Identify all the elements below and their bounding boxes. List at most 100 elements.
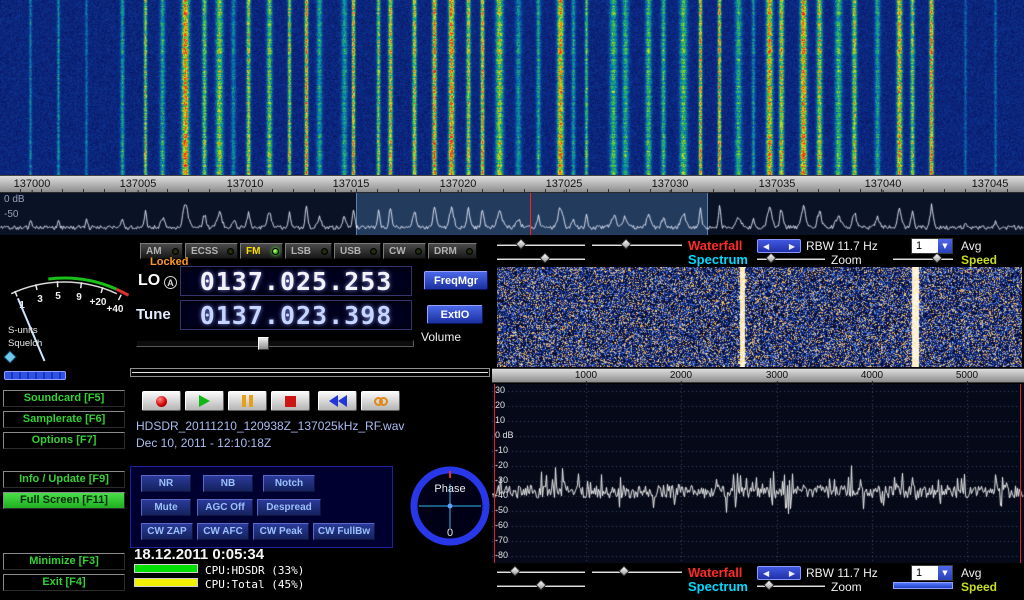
phase-label: Phase <box>405 483 495 495</box>
waterfall-contrast-slider-top[interactable] <box>592 240 682 250</box>
despread-button[interactable]: Despread <box>257 499 321 516</box>
squelch-slider[interactable] <box>4 371 66 380</box>
avg-label-bottom: Avg <box>961 566 981 580</box>
left-arrow-icon[interactable]: ◀ <box>763 242 769 251</box>
soundcard-button[interactable]: Soundcard[F5] <box>3 390 125 407</box>
button-label: CW AFC <box>203 526 243 537</box>
db-scale-label: -80 <box>495 551 508 560</box>
extio-button[interactable]: ExtIO <box>427 305 483 324</box>
cw-fullbw-button[interactable]: CW FullBw <box>313 523 375 540</box>
slider-handle[interactable] <box>539 252 550 263</box>
mode-label: FM <box>246 246 260 257</box>
slider-handle[interactable] <box>620 238 631 249</box>
speed-slider-top[interactable] <box>893 254 953 264</box>
pause-icon <box>242 395 246 407</box>
rewind-button[interactable] <box>318 391 357 411</box>
slider-handle[interactable] <box>535 579 546 590</box>
right-arrow-icon[interactable]: ▶ <box>789 569 795 578</box>
play-button[interactable] <box>185 391 224 411</box>
agc-off-button[interactable]: AGC Off <box>197 499 253 516</box>
waterfall-brightness-slider-top[interactable] <box>497 240 585 250</box>
scroll-spinner-bottom[interactable]: ◀▶ <box>757 566 801 580</box>
mode-button-lsb[interactable]: LSB <box>285 243 332 259</box>
zoom-slider-top[interactable] <box>757 254 825 264</box>
rewind-icon <box>338 395 347 407</box>
spectrum-tab-bottom[interactable]: Spectrum <box>688 579 748 594</box>
fullscreen-button[interactable]: Full Screen[F11] <box>3 492 125 509</box>
mute-button[interactable]: Mute <box>141 499 191 516</box>
notch-button[interactable]: Notch <box>263 475 315 492</box>
button-key: [F4] <box>66 576 86 588</box>
record-button[interactable] <box>142 391 181 411</box>
exit-button[interactable]: Exit[F4] <box>3 574 125 591</box>
zoom-waterfall-display[interactable] <box>497 267 1022 367</box>
spectrum-tab-top[interactable]: Spectrum <box>688 252 748 267</box>
waterfall-brightness-slider-bottom[interactable] <box>497 567 585 577</box>
mode-button-drm[interactable]: DRM <box>428 243 477 259</box>
main-waterfall-display[interactable] <box>0 0 1024 175</box>
waterfall-contrast-slider-bottom[interactable] <box>592 567 682 577</box>
button-key: [F5] <box>84 392 104 404</box>
left-arrow-icon[interactable]: ◀ <box>763 569 769 578</box>
lo-frequency-display[interactable]: 0137.025.253 <box>180 266 412 296</box>
button-label: Notch <box>275 478 303 489</box>
slider-handle[interactable] <box>931 252 942 263</box>
volume-label: Volume <box>421 330 461 344</box>
cw-afc-button[interactable]: CW AFC <box>197 523 249 540</box>
nr-button[interactable]: NR <box>141 475 191 492</box>
avg-dropdown-top[interactable]: 1▼ <box>911 238 953 254</box>
button-label: Minimize <box>29 555 75 567</box>
nb-button[interactable]: NB <box>203 475 253 492</box>
tuning-slider[interactable] <box>130 368 490 377</box>
play-icon <box>199 395 210 407</box>
volume-slider-handle[interactable] <box>258 337 269 350</box>
avg-dropdown-bottom[interactable]: 1▼ <box>911 565 953 581</box>
dropdown-arrow-icon[interactable]: ▼ <box>938 239 952 253</box>
date-time-display: 18.12.2011 0:05:34 <box>134 546 264 563</box>
slider-handle[interactable] <box>618 565 629 576</box>
slider-handle[interactable] <box>515 238 526 249</box>
slider-handle[interactable] <box>509 565 520 576</box>
cw-peak-button[interactable]: CW Peak <box>253 523 309 540</box>
waterfall-tab-bottom[interactable]: Waterfall <box>688 565 742 580</box>
mode-button-usb[interactable]: USB <box>334 243 381 259</box>
lo-auto-badge[interactable]: A <box>164 276 177 289</box>
slider-handle[interactable] <box>765 252 776 263</box>
samplerate-button[interactable]: Samplerate[F6] <box>3 411 125 428</box>
spectrum-scale-slider-bottom[interactable] <box>497 581 585 591</box>
zoom-slider-bottom[interactable] <box>757 581 825 591</box>
zoom-spectrum-display[interactable]: 30 20 10 0 dB -10 -20 -30 -40 -50 -60 -7… <box>492 384 1024 563</box>
tune-frequency-digits[interactable]: 0137.023.398 <box>200 301 393 330</box>
volume-slider-track[interactable] <box>136 340 414 347</box>
loop-button[interactable] <box>361 391 400 411</box>
mode-button-fm[interactable]: FM <box>240 243 283 259</box>
speed-slider-bottom[interactable] <box>893 581 953 591</box>
frequency-ruler[interactable]: 137000 137005 137010 137015 137020 13702… <box>0 175 1024 193</box>
scroll-spinner-top[interactable]: ◀▶ <box>757 239 801 253</box>
pause-button[interactable] <box>228 391 267 411</box>
options-button[interactable]: Options[F7] <box>3 432 125 449</box>
stop-button[interactable] <box>271 391 310 411</box>
main-spectrum-display[interactable]: 0 dB -50 <box>0 193 1024 235</box>
cw-zap-button[interactable]: CW ZAP <box>141 523 193 540</box>
right-arrow-icon[interactable]: ▶ <box>789 242 795 251</box>
main-spectrum-trace <box>0 193 1024 235</box>
tune-frequency-display[interactable]: 0137.023.398 <box>180 300 412 330</box>
cpu-total-text: CPU:Total (45%) <box>205 578 304 591</box>
lo-frequency-digits[interactable]: 0137.025.253 <box>200 267 393 296</box>
squelch-marker[interactable] <box>4 351 16 363</box>
mode-button-cw[interactable]: CW <box>383 243 426 259</box>
waterfall-tab-top[interactable]: Waterfall <box>688 238 742 253</box>
db-scale-label: -50 <box>4 209 18 220</box>
slider-handle[interactable] <box>763 579 774 590</box>
dropdown-arrow-icon[interactable]: ▼ <box>938 566 952 580</box>
zoom-frequency-scale[interactable]: 1000 2000 3000 4000 5000 <box>492 368 1024 383</box>
minimize-button[interactable]: Minimize[F3] <box>3 553 125 570</box>
slider-track <box>592 571 682 573</box>
spectrum-scale-slider-top[interactable] <box>497 254 585 264</box>
s-meter-tick-label: +40 <box>107 304 124 315</box>
info-update-button[interactable]: Info / Update[F9] <box>3 471 125 488</box>
cpu-hdsdr-bar <box>134 564 198 573</box>
freqmgr-button[interactable]: FreqMgr <box>424 271 488 290</box>
mode-button-ecss[interactable]: ECSS <box>185 243 238 259</box>
